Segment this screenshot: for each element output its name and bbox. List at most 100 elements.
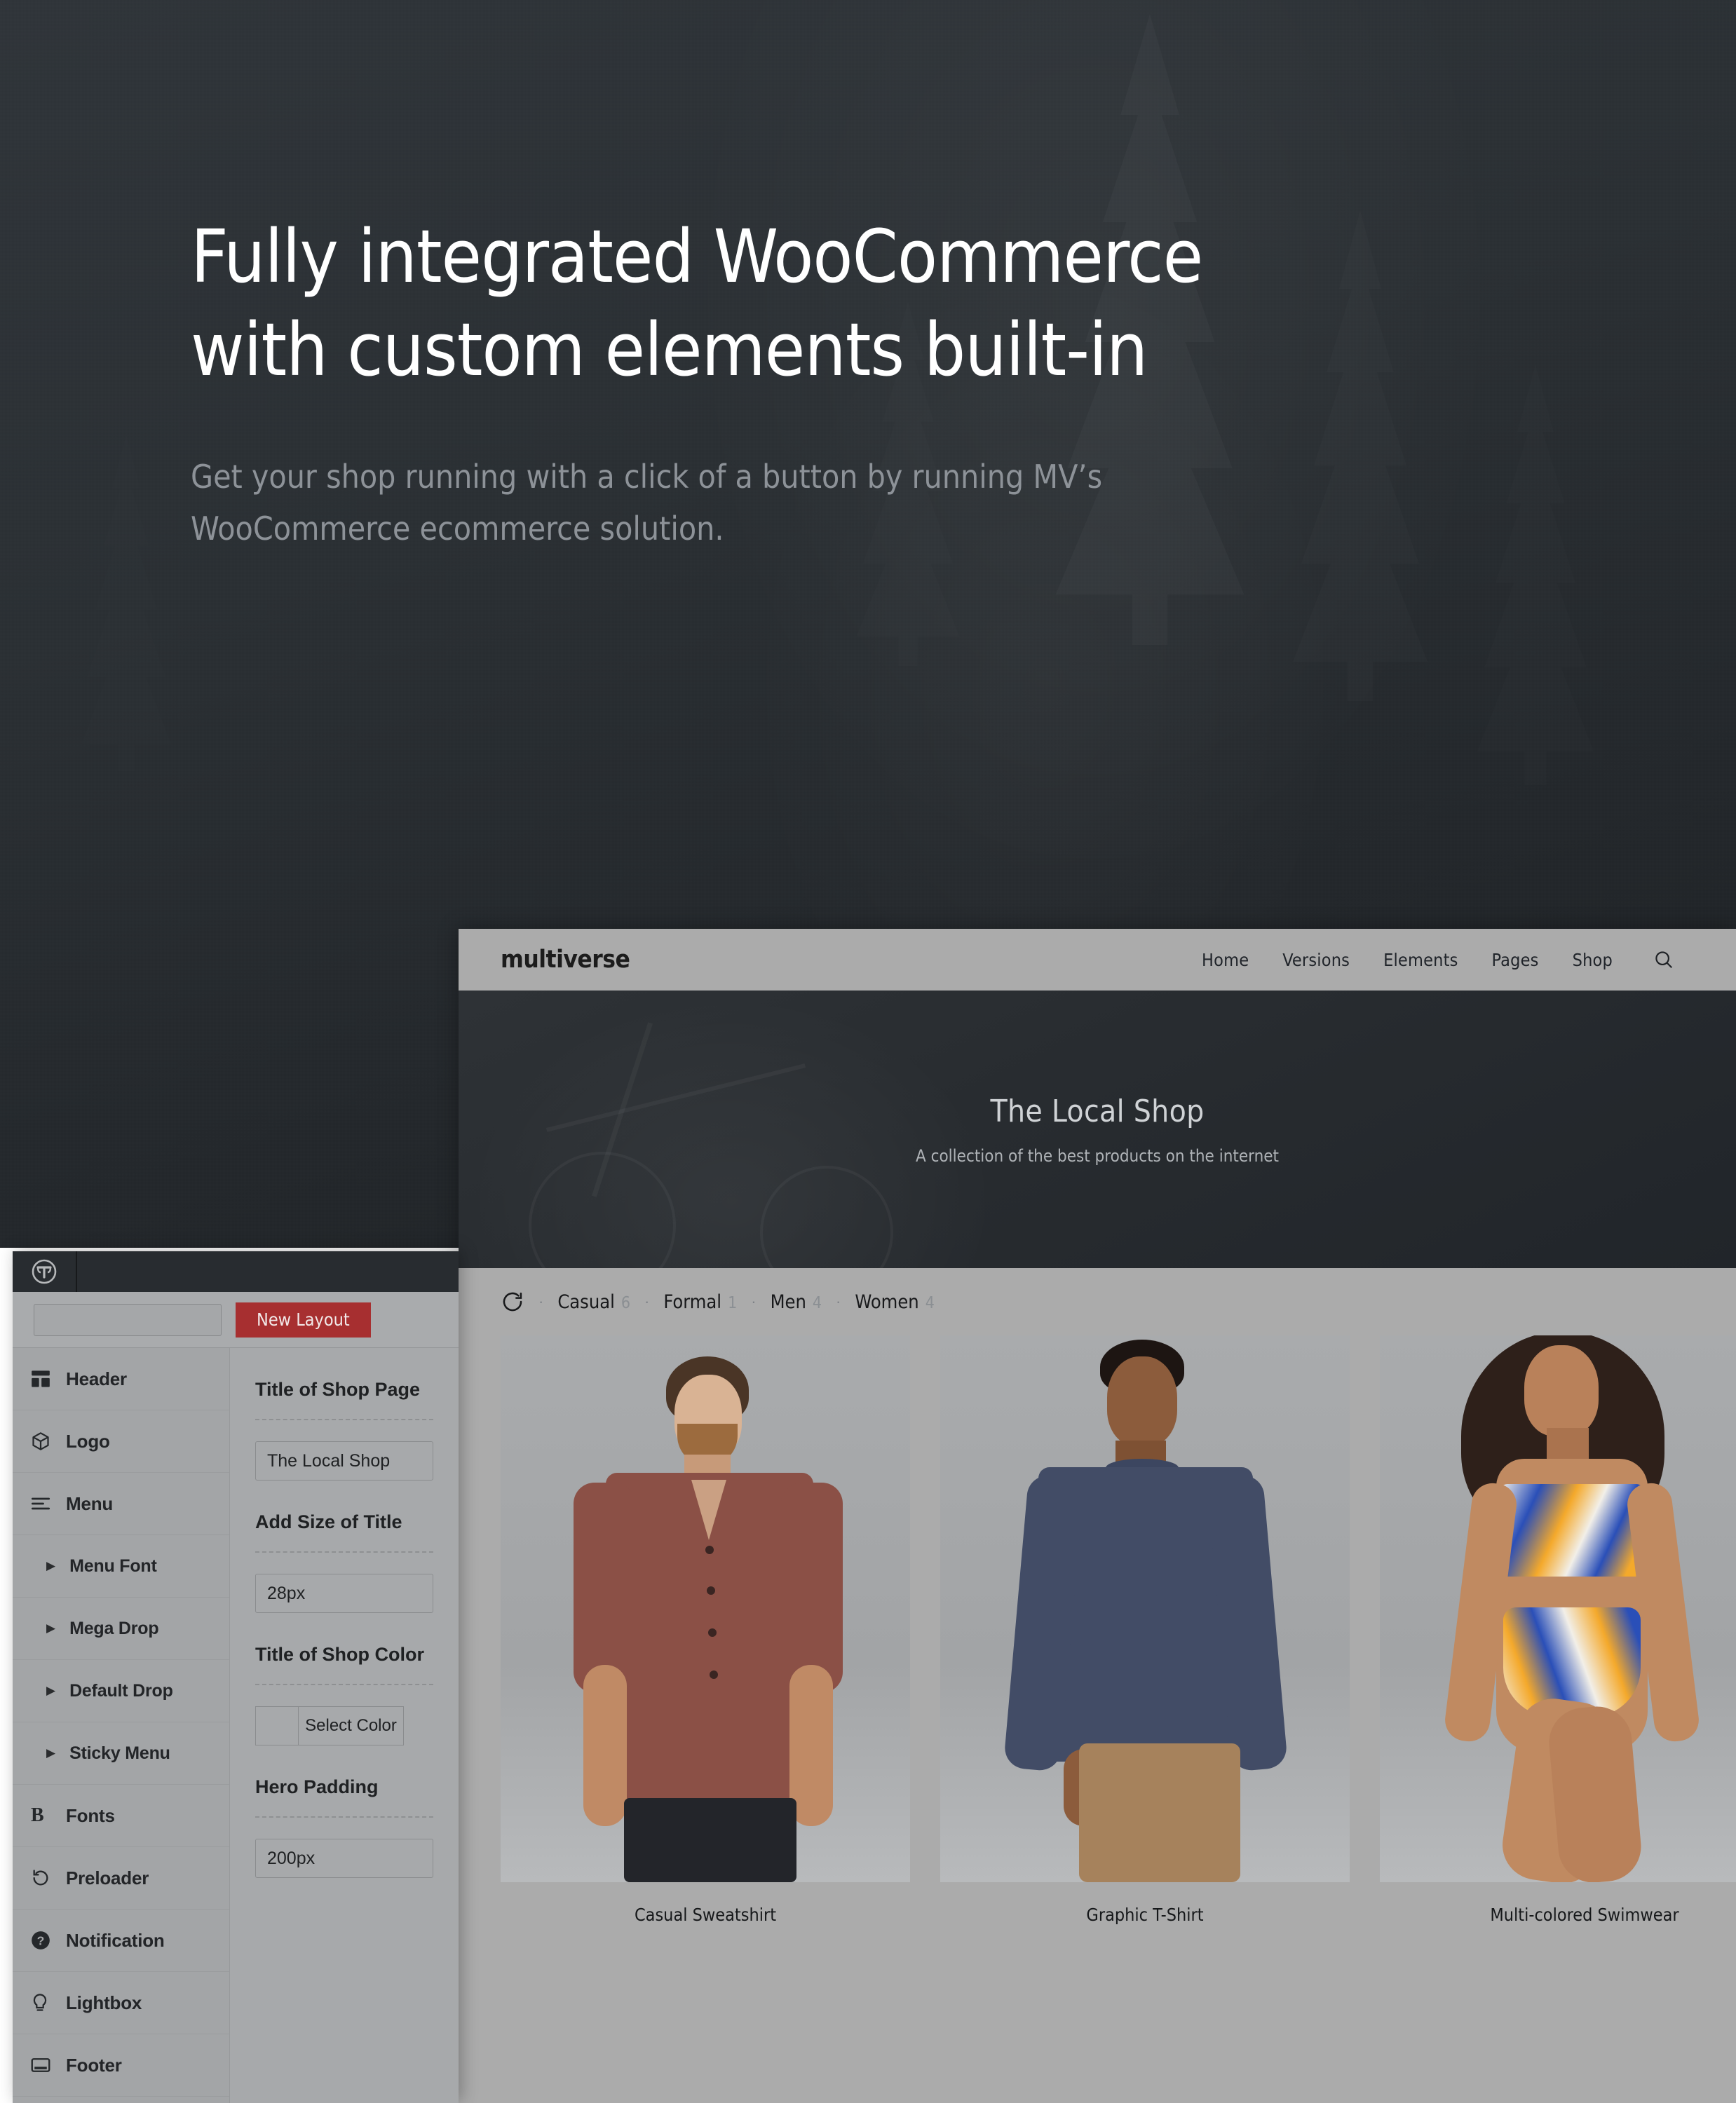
- multiverse-logo-icon[interactable]: [13, 1251, 77, 1292]
- color-picker[interactable]: Select Color: [255, 1706, 404, 1745]
- shop-page-title-input[interactable]: [255, 1441, 433, 1481]
- color-swatch[interactable]: [255, 1706, 299, 1745]
- filter-count: 4: [812, 1293, 822, 1312]
- swimwear-top: [1500, 1484, 1643, 1577]
- product-filter-bar: · Casual 6 · Formal 1 · Men 4 · Women 4: [459, 1268, 1736, 1335]
- nav-item-versions[interactable]: Versions: [1282, 950, 1350, 970]
- pine-tree-icon: [81, 435, 171, 771]
- model-leg-right: [1546, 1703, 1644, 1882]
- filter-label: Formal: [663, 1291, 722, 1313]
- pine-tree-icon: [1477, 365, 1594, 785]
- product-card[interactable]: Graphic T-Shirt: [940, 1335, 1350, 1925]
- promo-title: Fully integrated WooCommerce with custom…: [191, 214, 1203, 393]
- model-head: [1524, 1345, 1599, 1436]
- caret-right-icon: ▶: [46, 1684, 56, 1697]
- sidebar-item-menu[interactable]: Menu: [13, 1473, 229, 1535]
- filter-women[interactable]: Women 4: [855, 1291, 934, 1313]
- svg-text:?: ?: [37, 1933, 45, 1947]
- field-title-of-shop-color: Title of Shop Color Select Color: [255, 1644, 433, 1745]
- product-name: Casual Sweatshirt: [634, 1905, 777, 1925]
- sidebar-item-default-drop[interactable]: ▶ Default Drop: [13, 1660, 229, 1722]
- sidebar-item-label: Lightbox: [66, 1992, 142, 2013]
- product-image-graphic-tshirt[interactable]: [940, 1335, 1350, 1882]
- sidebar-item-label: Header: [66, 1368, 127, 1389]
- site-nav: Home Versions Elements Pages Shop: [1202, 949, 1674, 970]
- filter-casual[interactable]: Casual 6: [557, 1291, 630, 1313]
- theme-options-panel: New Layout Header Logo Menu ▶ Menu Font …: [13, 1251, 459, 2103]
- filter-label: Casual: [557, 1291, 615, 1313]
- site-header: multiverse Home Versions Elements Pages …: [459, 929, 1736, 991]
- field-title-of-shop-page: Title of Shop Page: [255, 1379, 433, 1481]
- filter-count: 4: [925, 1293, 935, 1312]
- model-head: [1107, 1356, 1177, 1446]
- product-card[interactable]: Multi-colored Swimwear: [1380, 1335, 1736, 1925]
- nav-item-elements[interactable]: Elements: [1383, 950, 1458, 970]
- sidebar-item-menu-font[interactable]: ▶ Menu Font: [13, 1535, 229, 1598]
- field-divider: [255, 1684, 433, 1685]
- nav-item-pages[interactable]: Pages: [1492, 950, 1539, 970]
- field-add-size-of-title: Add Size of Title: [255, 1511, 433, 1613]
- admin-settings-column: Title of Shop Page Add Size of Title Tit…: [230, 1348, 459, 2103]
- field-label: Title of Shop Color: [255, 1644, 424, 1665]
- filter-count: 1: [728, 1293, 738, 1312]
- filter-separator: ·: [644, 1293, 650, 1310]
- admin-toolbar: New Layout: [13, 1292, 459, 1348]
- sidebar-item-preloader[interactable]: Preloader: [13, 1847, 229, 1910]
- promo-subtitle: Get your shop running with a click of a …: [191, 458, 1103, 547]
- field-hero-padding: Hero Padding: [255, 1776, 433, 1878]
- product-card[interactable]: Casual Sweatshirt: [501, 1335, 910, 1925]
- sidebar-item-mega-drop[interactable]: ▶ Mega Drop: [13, 1598, 229, 1660]
- model-sleeve-right: [781, 1483, 843, 1693]
- filter-separator: ·: [836, 1293, 841, 1310]
- sidebar-item-header[interactable]: Header: [13, 1348, 229, 1410]
- refresh-icon: [31, 1868, 53, 1888]
- sidebar-item-fonts[interactable]: B Fonts: [13, 1785, 229, 1847]
- site-preview-window: multiverse Home Versions Elements Pages …: [459, 929, 1736, 2103]
- sidebar-item-label: Mega Drop: [69, 1618, 159, 1638]
- model-forearm-left: [583, 1665, 627, 1826]
- nav-item-shop[interactable]: Shop: [1573, 950, 1613, 970]
- caret-right-icon: ▶: [46, 1621, 56, 1635]
- sidebar-item-label: Menu Font: [69, 1556, 157, 1576]
- product-grid: Casual Sweatshirt Graphic T-Shirt Multi-…: [459, 1335, 1736, 1925]
- sidebar-item-label: Notification: [66, 1929, 165, 1951]
- shirt-button: [705, 1546, 714, 1554]
- filter-label: Men: [770, 1291, 806, 1313]
- sidebar-item-logo[interactable]: Logo: [13, 1410, 229, 1473]
- title-size-input[interactable]: [255, 1574, 433, 1613]
- filter-formal[interactable]: Formal 1: [663, 1291, 737, 1313]
- footer-bar-icon: [31, 2057, 53, 2074]
- sidebar-item-footer[interactable]: Footer: [13, 2034, 229, 2097]
- sidebar-item-lightbox[interactable]: Lightbox: [13, 1972, 229, 2034]
- filter-men[interactable]: Men 4: [771, 1291, 822, 1313]
- model-chinos: [1079, 1743, 1240, 1882]
- sidebar-item-sticky-menu[interactable]: ▶ Sticky Menu: [13, 1722, 229, 1785]
- admin-sidebar: Header Logo Menu ▶ Menu Font ▶ Mega Drop…: [13, 1348, 230, 2103]
- product-image-casual-sweatshirt[interactable]: [501, 1335, 910, 1882]
- product-image-swimwear[interactable]: [1380, 1335, 1736, 1882]
- layout-header-icon: [31, 1370, 53, 1388]
- new-layout-button[interactable]: New Layout: [236, 1302, 371, 1338]
- shop-hero-title: The Local Shop: [990, 1093, 1205, 1129]
- menu-lines-icon: [31, 1496, 53, 1511]
- field-label: Title of Shop Page: [255, 1379, 421, 1400]
- select-color-button[interactable]: Select Color: [299, 1706, 404, 1745]
- hero-padding-input[interactable]: [255, 1839, 433, 1878]
- cube-icon: [31, 1431, 53, 1451]
- filter-separator: ·: [538, 1293, 544, 1310]
- search-icon[interactable]: [1653, 949, 1674, 970]
- filter-count: 6: [621, 1293, 631, 1312]
- filter-label: Women: [855, 1291, 919, 1313]
- site-logo[interactable]: multiverse: [501, 946, 630, 974]
- shirt-button: [708, 1628, 717, 1637]
- reload-icon[interactable]: [501, 1290, 524, 1314]
- field-label: Add Size of Title: [255, 1511, 402, 1532]
- admin-body: Header Logo Menu ▶ Menu Font ▶ Mega Drop…: [13, 1348, 459, 2103]
- sidebar-item-label: Footer: [66, 2054, 122, 2076]
- layout-name-input[interactable]: [34, 1303, 222, 1336]
- product-name: Multi-colored Swimwear: [1490, 1905, 1679, 1925]
- model-trousers: [624, 1798, 796, 1882]
- sidebar-item-notification[interactable]: ? Notification: [13, 1910, 229, 1972]
- nav-item-home[interactable]: Home: [1202, 950, 1249, 970]
- field-divider: [255, 1816, 433, 1818]
